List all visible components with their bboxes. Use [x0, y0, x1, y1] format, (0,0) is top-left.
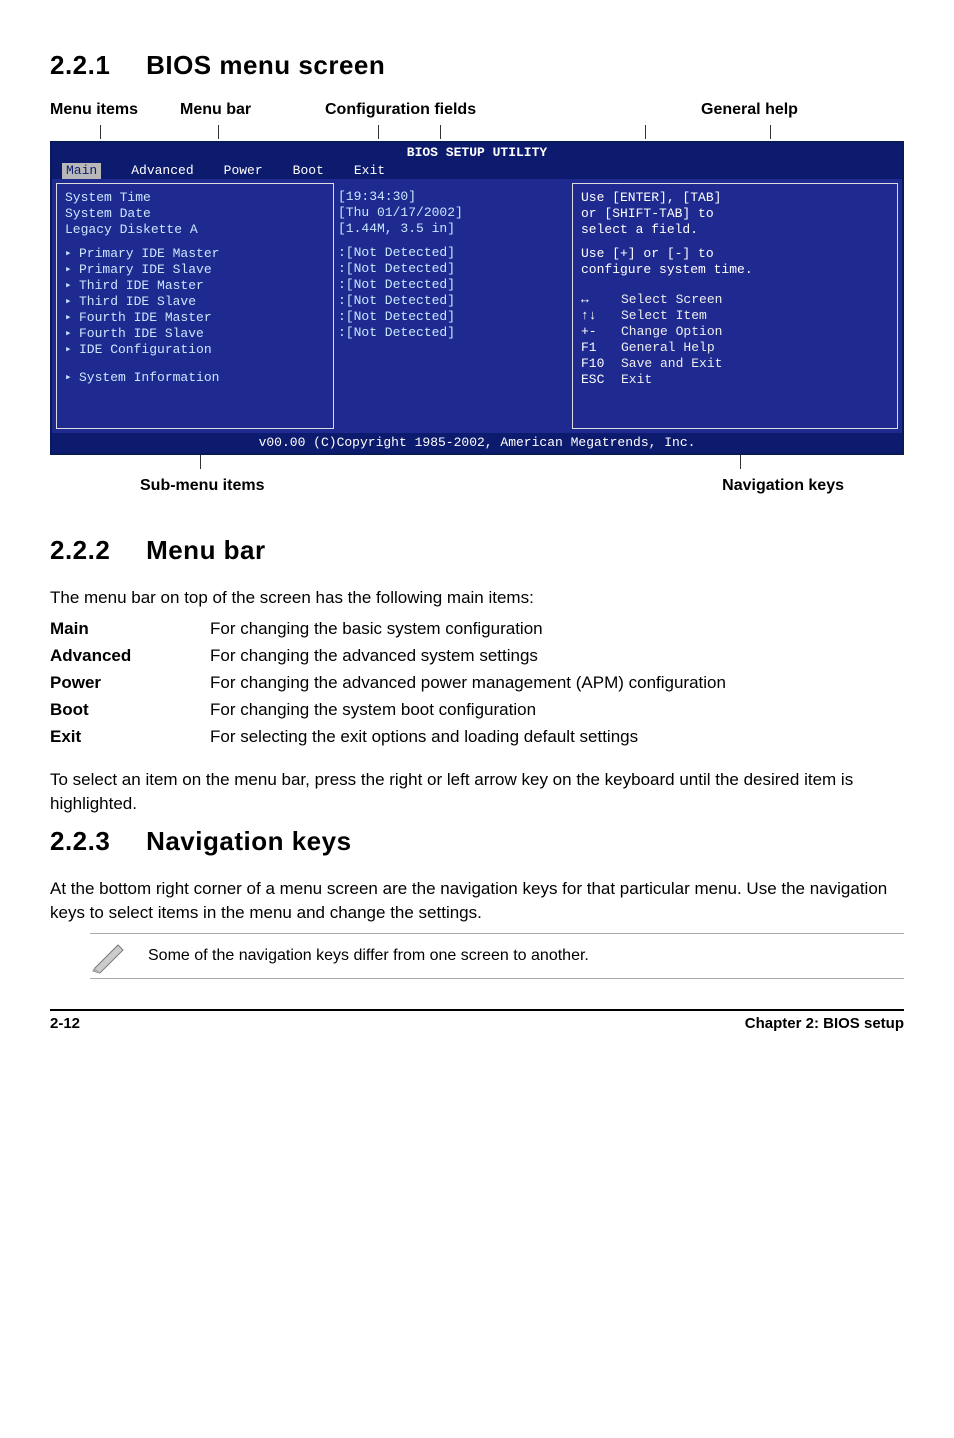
tick-row-top: [50, 125, 904, 141]
callout-config-fields: Configuration fields: [325, 101, 595, 119]
menu-desc: For changing the basic system configurat…: [210, 618, 904, 641]
config-value: :[Not Detected]: [338, 293, 568, 309]
help-text: select a field.: [581, 222, 889, 238]
menu-label: Power: [50, 672, 210, 695]
menu-label: Exit: [50, 726, 210, 749]
help-text: or [SHIFT-TAB] to: [581, 206, 889, 222]
config-value[interactable]: [Thu 01/17/2002]: [338, 205, 568, 221]
submenu-item[interactable]: Primary IDE Slave: [79, 262, 325, 278]
page-number: 2-12: [50, 1015, 80, 1032]
tab-main[interactable]: Main: [62, 163, 101, 179]
pencil-icon: [90, 938, 130, 974]
help-text: Use [+] or [-] to: [581, 246, 889, 262]
nav-label: Select Item: [621, 308, 707, 323]
tick-row-bottom: [50, 455, 904, 471]
help-text: configure system time.: [581, 262, 889, 278]
nav-label: Save and Exit: [621, 356, 722, 371]
bios-footer: v00.00 (C)Copyright 1985-2002, American …: [52, 433, 902, 453]
heading-221: 2.2.1 BIOS menu screen: [50, 50, 904, 81]
table-row: Advanced For changing the advanced syste…: [50, 645, 904, 668]
nav-key: F1: [581, 340, 621, 356]
config-value: :[Not Detected]: [338, 309, 568, 325]
menu-item[interactable]: System Time: [65, 190, 325, 206]
heading-222: 2.2.2 Menu bar: [50, 535, 904, 566]
callout-navkeys: Navigation keys: [722, 477, 844, 495]
callout-general-help: General help: [595, 101, 904, 119]
menu-desc: For changing the advanced power manageme…: [210, 672, 904, 695]
menubar-note: To select an item on the menu bar, press…: [50, 768, 904, 816]
nav-keys-block: ↔Select Screen ↑↓Select Item +-Change Op…: [581, 292, 889, 388]
heading-223-num: 2.2.3: [50, 826, 110, 856]
tab-power[interactable]: Power: [224, 163, 263, 179]
bios-left-pane: System Time System Date Legacy Diskette …: [56, 183, 334, 429]
submenu-item[interactable]: Third IDE Master: [79, 278, 325, 294]
nav-key: ESC: [581, 372, 621, 388]
heading-221-title: BIOS menu screen: [146, 50, 385, 80]
bios-menubar: Main Advanced Power Boot Exit: [52, 163, 902, 179]
table-row: Main For changing the basic system confi…: [50, 618, 904, 641]
nav-label: General Help: [621, 340, 715, 355]
callout-submenu: Sub-menu items: [140, 477, 264, 495]
table-row: Boot For changing the system boot config…: [50, 699, 904, 722]
chapter-label: Chapter 2: BIOS setup: [745, 1015, 904, 1032]
nav-key: ↔: [581, 292, 621, 308]
help-text: Use [ENTER], [TAB]: [581, 190, 889, 206]
heading-222-num: 2.2.2: [50, 535, 110, 565]
page-footer: 2-12 Chapter 2: BIOS setup: [50, 1009, 904, 1032]
submenu-item[interactable]: IDE Configuration: [79, 342, 325, 358]
config-value: :[Not Detected]: [338, 325, 568, 341]
table-row: Exit For selecting the exit options and …: [50, 726, 904, 749]
heading-221-num: 2.2.1: [50, 50, 110, 80]
config-value[interactable]: [19:34:30]: [338, 189, 568, 205]
submenu-item[interactable]: Primary IDE Master: [79, 246, 325, 262]
tab-exit[interactable]: Exit: [354, 163, 385, 179]
config-value[interactable]: [1.44M, 3.5 in]: [338, 221, 568, 237]
navkeys-text: At the bottom right corner of a menu scr…: [50, 877, 904, 925]
callout-menu-items: Menu items: [50, 101, 180, 119]
submenu-item[interactable]: Third IDE Slave: [79, 294, 325, 310]
nav-label: Exit: [621, 372, 652, 387]
bios-mid-pane: [19:34:30] [Thu 01/17/2002] [1.44M, 3.5 …: [338, 183, 568, 429]
tab-advanced[interactable]: Advanced: [131, 163, 193, 179]
menu-desc: For selecting the exit options and loadi…: [210, 726, 904, 749]
bios-box: BIOS SETUP UTILITY Main Advanced Power B…: [50, 141, 904, 455]
heading-223-title: Navigation keys: [146, 826, 351, 856]
menu-item[interactable]: System Date: [65, 206, 325, 222]
config-value: :[Not Detected]: [338, 261, 568, 277]
heading-222-title: Menu bar: [146, 535, 266, 565]
bios-body: System Time System Date Legacy Diskette …: [52, 179, 902, 433]
menu-item[interactable]: Legacy Diskette A: [65, 222, 325, 238]
nav-key: ↑↓: [581, 308, 621, 324]
menu-label: Boot: [50, 699, 210, 722]
callout-menu-bar: Menu bar: [180, 101, 325, 119]
config-value: :[Not Detected]: [338, 277, 568, 293]
menu-desc: For changing the system boot configurati…: [210, 699, 904, 722]
tab-boot[interactable]: Boot: [293, 163, 324, 179]
menu-label: Main: [50, 618, 210, 641]
bios-diagram: Menu items Menu bar Configuration fields…: [50, 101, 904, 495]
note-box: Some of the navigation keys differ from …: [90, 933, 904, 979]
nav-label: Select Screen: [621, 292, 722, 307]
nav-key: F10: [581, 356, 621, 372]
menu-desc: For changing the advanced system setting…: [210, 645, 904, 668]
bios-right-pane: Use [ENTER], [TAB] or [SHIFT-TAB] to sel…: [572, 183, 898, 429]
bios-header: BIOS SETUP UTILITY: [52, 143, 902, 163]
table-row: Power For changing the advanced power ma…: [50, 672, 904, 695]
submenu-item[interactable]: Fourth IDE Slave: [79, 326, 325, 342]
menu-label: Advanced: [50, 645, 210, 668]
menu-table: Main For changing the basic system confi…: [50, 618, 904, 749]
submenu-item[interactable]: Fourth IDE Master: [79, 310, 325, 326]
callouts-bottom: Sub-menu items Navigation keys: [50, 477, 904, 495]
submenu-item[interactable]: System Information: [79, 370, 325, 386]
callouts-top: Menu items Menu bar Configuration fields…: [50, 101, 904, 119]
menubar-intro: The menu bar on top of the screen has th…: [50, 586, 904, 610]
heading-223: 2.2.3 Navigation keys: [50, 826, 904, 857]
nav-key: +-: [581, 324, 621, 340]
note-text: Some of the navigation keys differ from …: [148, 947, 589, 965]
config-value: :[Not Detected]: [338, 245, 568, 261]
nav-label: Change Option: [621, 324, 722, 339]
